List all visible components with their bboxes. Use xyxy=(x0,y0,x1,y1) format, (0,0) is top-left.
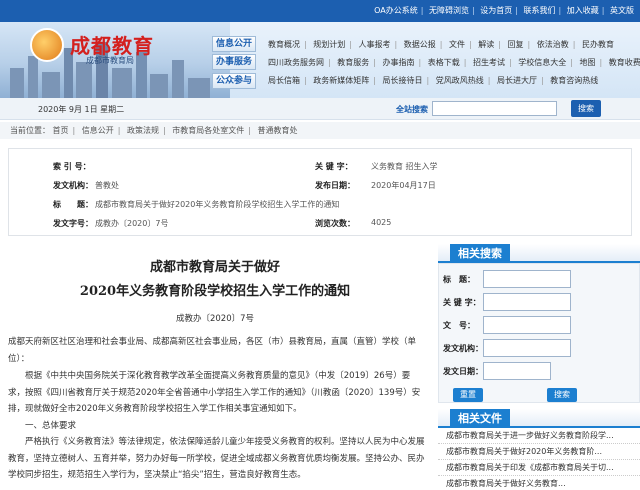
document-info-box: 索 引 号： 关 键 字： 义务教育 招生入学 发文机构： 普教处 发布日期： … xyxy=(8,148,632,236)
nav-row-services: 四川政务服务网 | 教育服务 | 办事指南 | 表格下载 | 招生考试 | 学校信息大全 |… xyxy=(268,58,640,67)
search-docno-label: 文 号： xyxy=(443,321,475,330)
nav-info-disclosure[interactable]: 信息公开 xyxy=(212,36,256,52)
related-search-header: 相关搜索 xyxy=(438,244,640,263)
breadcrumb-home[interactable]: 首页 xyxy=(53,126,69,135)
keyword-label: 关 键 字： xyxy=(315,162,353,171)
article-paragraph: 严格执行《义务教育法》等法律规定，依法保障适龄儿童少年接受义务教育的权利。坚持以… xyxy=(8,437,425,480)
article-body: 成都市教育局关于做好 2020年义务教育阶段学校招生入学工作的通知 成教办〔20… xyxy=(0,244,430,490)
site-header: 成都教育 成都市教育局 信息公开 办事服务 公众参与 教育概况 | 规划计划 | 人… xyxy=(0,22,640,98)
search-issuer-input[interactable] xyxy=(483,339,571,357)
nav-link[interactable]: 规划计划 xyxy=(313,40,345,49)
keyword-value: 义务教育 招生入学 xyxy=(371,162,438,171)
nav-link[interactable]: 招生考试 xyxy=(473,58,505,67)
nav-link[interactable]: 党风政风热线 xyxy=(436,76,484,85)
nav-row-disclosure: 教育概况 | 规划计划 | 人事报考 | 数据公报 | 文件 | 解读 | 回复 | 依法治教… xyxy=(268,40,614,49)
related-file-link[interactable]: 成都市教育局关于做好义务教育... xyxy=(438,476,640,490)
nav-link[interactable]: 政务新媒体矩阵 xyxy=(313,76,369,85)
nav-link[interactable]: 教育咨询热线 xyxy=(550,76,598,85)
site-search-input[interactable] xyxy=(432,101,557,116)
publish-date-value: 2020年04月17日 xyxy=(371,181,436,190)
issuer-label: 发文机构： xyxy=(53,181,93,190)
site-search-button[interactable]: 搜索 xyxy=(571,100,601,117)
related-search-form: 标 题： 关 键 字： 文 号： 发文机构： 发文日期： 重置 搜索 xyxy=(438,263,640,403)
nav-services[interactable]: 办事服务 xyxy=(212,54,256,70)
nav-link[interactable]: 教育概况 xyxy=(268,40,300,49)
search-date-label: 发文日期： xyxy=(443,367,483,376)
nav-link[interactable]: 表格下载 xyxy=(428,58,460,67)
nav-link[interactable]: 学校信息大全 xyxy=(518,58,566,67)
doc-number-label: 发文字号： xyxy=(53,219,93,228)
article-title-line1: 成都市教育局关于做好 xyxy=(149,260,280,275)
current-date: 2020年 9月 1日 星期二 xyxy=(38,105,125,114)
related-files-list: 成都市教育局关于进一步做好义务教育阶段学... 成都市教育局关于做好2020年义… xyxy=(438,428,640,490)
site-subtitle: 成都市教育局 xyxy=(86,56,134,65)
nav-link[interactable]: 局长进大厅 xyxy=(497,76,537,85)
search-keyword-input[interactable] xyxy=(483,293,571,311)
views-label: 浏览次数： xyxy=(315,219,355,228)
top-link-contact[interactable]: 联系我们 xyxy=(524,6,556,15)
views-value: 4025 xyxy=(371,218,392,227)
sidebar: 相关搜索 标 题： 关 键 字： 文 号： 发文机构： 发文日期： 重置 搜索 … xyxy=(438,244,640,490)
nav-link[interactable]: 数据公报 xyxy=(404,40,436,49)
top-link-favorite[interactable]: 加入收藏 xyxy=(567,6,599,15)
index-label: 索 引 号： xyxy=(53,162,91,171)
top-strip: OA办公系统 | 无障碍浏览 | 设为首页 | 联系我们 | 加入收藏 | 英文版 xyxy=(0,0,640,22)
nav-participation[interactable]: 公众参与 xyxy=(212,73,256,89)
top-link-english[interactable]: 英文版 xyxy=(610,6,634,15)
education-emblem-icon[interactable] xyxy=(30,28,64,62)
breadcrumb: 当前位置： 首页 | 信息公开 | 政策法规 | 市教育局各处室文件 | 普通教育处 xyxy=(0,122,640,139)
nav-link[interactable]: 民办教育 xyxy=(582,40,614,49)
search-title-input[interactable] xyxy=(483,270,571,288)
nav-link[interactable]: 回复 xyxy=(508,40,524,49)
nav-row-participation: 局长信箱 | 政务新媒体矩阵 | 局长接待日 | 党风政风热线 | 局长进大厅 | 教育咨… xyxy=(268,76,599,85)
breadcrumb-department-files[interactable]: 市教育局各处室文件 xyxy=(172,126,244,135)
date-search-bar: 2020年 9月 1日 星期二 全站搜索 搜索 xyxy=(0,98,640,120)
nav-link[interactable]: 文件 xyxy=(449,40,465,49)
search-date-input[interactable] xyxy=(483,362,551,380)
site-search-label: 全站搜索 xyxy=(396,105,428,114)
related-file-link[interactable]: 成都市教育局关于进一步做好义务教育阶段学... xyxy=(438,428,640,444)
nav-link[interactable]: 地图 xyxy=(580,58,596,67)
search-keyword-label: 关 键 字： xyxy=(443,298,481,307)
nav-link[interactable]: 局长接待日 xyxy=(383,76,423,85)
nav-link[interactable]: 依法治教 xyxy=(537,40,569,49)
nav-link[interactable]: 人事报考 xyxy=(359,40,391,49)
article-doc-number: 成教办〔2020〕7号 xyxy=(175,314,255,324)
nav-link[interactable]: 办事指南 xyxy=(383,58,415,67)
top-link-homepage[interactable]: 设为首页 xyxy=(480,6,512,15)
breadcrumb-info-disclosure[interactable]: 信息公开 xyxy=(82,126,114,135)
nav-link[interactable]: 解读 xyxy=(478,40,494,49)
issuer-value: 普教处 xyxy=(95,181,119,190)
title-value: 成都市教育局关于做好2020年义务教育阶段学校招生入学工作的通知 xyxy=(95,200,340,209)
search-title-label: 标 题： xyxy=(443,275,475,284)
nav-link[interactable]: 局长信箱 xyxy=(268,76,300,85)
doc-number-value: 成教办〔2020〕7号 xyxy=(95,219,169,228)
related-file-link[interactable]: 成都市教育局关于做好2020年义务教育阶... xyxy=(438,444,640,460)
related-search-title: 相关搜索 xyxy=(450,244,510,263)
breadcrumb-policy[interactable]: 政策法规 xyxy=(127,126,159,135)
breadcrumb-general-education[interactable]: 普通教育处 xyxy=(258,126,298,135)
nav-link[interactable]: 教育服务 xyxy=(337,58,369,67)
title-label: 标 题： xyxy=(53,200,93,209)
article-paragraph: 根据《中共中央国务院关于深化教育教学改革全面提高义务教育质量的意见》（中发〔20… xyxy=(8,371,421,414)
search-issuer-label: 发文机构： xyxy=(443,344,483,353)
article-title-line2: 2020年义务教育阶段学校招生入学工作的通知 xyxy=(79,284,351,299)
nav-link[interactable]: 四川政务服务网 xyxy=(268,58,324,67)
top-links: OA办公系统 | 无障碍浏览 | 设为首页 | 联系我们 | 加入收藏 | 英文版 xyxy=(374,6,634,15)
top-link-accessibility[interactable]: 无障碍浏览 xyxy=(429,6,469,15)
related-file-link[interactable]: 成都市教育局关于印发《成都市教育局关于切... xyxy=(438,460,640,476)
article-salutation: 成都天府新区社区治理和社会事业局、成都高新区社会事业局，各区（市）县教育局，直属… xyxy=(8,337,417,364)
search-docno-input[interactable] xyxy=(483,316,571,334)
publish-date-label: 发布日期： xyxy=(315,181,355,190)
breadcrumb-prefix: 当前位置： xyxy=(10,126,50,135)
related-files-title: 相关文件 xyxy=(450,409,510,428)
nav-link[interactable]: 教育收费 xyxy=(609,58,640,67)
related-files-header: 相关文件 xyxy=(438,409,640,428)
related-search-button[interactable]: 搜索 xyxy=(547,388,577,402)
top-link-oa[interactable]: OA办公系统 xyxy=(374,6,418,15)
reset-button[interactable]: 重置 xyxy=(453,388,483,402)
article-section-heading: 一、总体要求 xyxy=(25,421,77,431)
